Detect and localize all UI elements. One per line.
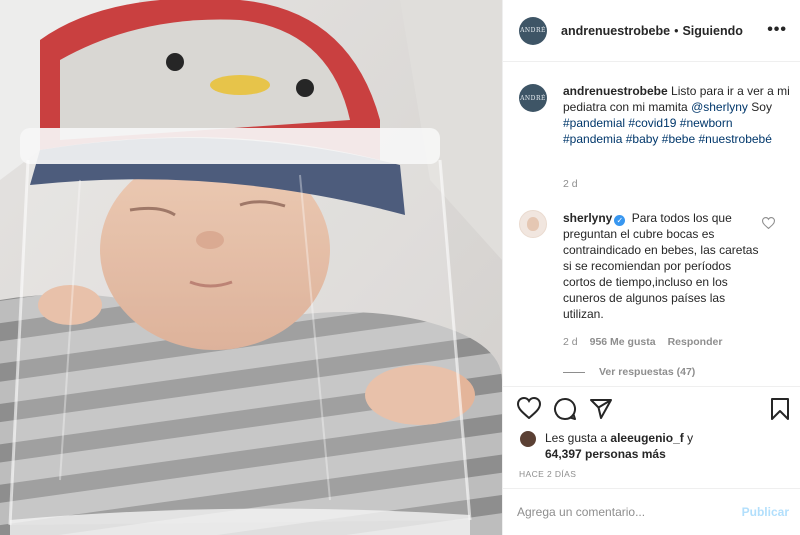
hashtag-link[interactable]: #baby	[626, 132, 659, 146]
hashtag-link[interactable]: #pandemia	[563, 132, 622, 146]
post-caption: ANDRÉ andrenuestrobebe Listo para ir a v…	[519, 83, 795, 147]
hashtag-link[interactable]: #newborn	[680, 116, 733, 130]
comment-time[interactable]: 2 d	[563, 336, 578, 348]
comment-text: sherlyny ✓ Para todos los que preguntan e…	[563, 210, 761, 322]
commenter-avatar[interactable]	[519, 210, 547, 238]
post-header: ANDRÉ andrenuestrobebe • Siguiendo •••	[503, 0, 800, 62]
publish-button[interactable]: Publicar	[742, 505, 789, 519]
caption-body-2: Soy	[751, 100, 772, 114]
comment-input[interactable]: Agrega un comentario...	[517, 505, 645, 519]
liker-avatar[interactable]	[519, 430, 537, 448]
likes-prefix: Les gusta a	[545, 431, 608, 445]
caption-avatar[interactable]: ANDRÉ	[519, 84, 547, 112]
view-replies-label: Ver respuestas (47)	[599, 366, 696, 378]
author-avatar[interactable]: ANDRÉ	[519, 16, 547, 45]
hashtag-link[interactable]: #bebe	[662, 132, 695, 146]
verified-badge-icon: ✓	[614, 215, 626, 226]
post-side-panel: ANDRÉ andrenuestrobebe • Siguiendo ••• A…	[502, 0, 800, 535]
caption-mention[interactable]: @sherlyny	[691, 100, 748, 114]
liker-username[interactable]: aleeugenio_f	[610, 431, 683, 445]
likes-conj: y	[687, 431, 694, 445]
view-replies-line	[563, 371, 585, 373]
hashtag-link[interactable]: #covid19	[628, 116, 676, 130]
comments-list[interactable]: ANDRÉ andrenuestrobebe Listo para ir a v…	[503, 63, 800, 386]
instagram-post: ANDRÉ andrenuestrobebe • Siguiendo ••• A…	[0, 0, 800, 535]
comment-meta: 2 d 956 Me gusta Responder	[563, 336, 722, 348]
author-username[interactable]: andrenuestrobebe	[561, 24, 670, 38]
view-replies-button[interactable]: Ver respuestas (47)	[563, 366, 695, 378]
likes-summary: Les gusta a aleeugenio_f y 64,397 person…	[519, 430, 715, 462]
comment-icon[interactable]	[553, 397, 577, 421]
share-icon[interactable]	[589, 397, 613, 421]
likes-count[interactable]: 64,397 personas más	[545, 447, 666, 461]
baby-photo-illustration	[0, 0, 502, 535]
heart-icon[interactable]	[762, 217, 775, 229]
likes-text: Les gusta a aleeugenio_f y 64,397 person…	[545, 430, 715, 462]
following-button[interactable]: Siguiendo	[682, 24, 742, 38]
heart-icon[interactable]	[517, 397, 541, 419]
bookmark-icon[interactable]	[769, 397, 791, 421]
add-comment-bar: Agrega un comentario... Publicar	[503, 488, 800, 535]
hashtag-link[interactable]: #nuestrobebé	[699, 132, 772, 146]
post-time[interactable]: HACE 2 DÍAS	[519, 469, 576, 479]
avatar-face	[527, 217, 539, 231]
action-icons	[517, 397, 613, 421]
caption-text: andrenuestrobebe Listo para ir a ver a m…	[563, 83, 793, 147]
comment-body: Para todos los que preguntan el cubre bo…	[563, 211, 759, 321]
post-photo[interactable]	[0, 0, 502, 535]
hashtag-link[interactable]: #pandemial	[563, 116, 625, 130]
ellipsis-icon[interactable]: •••	[767, 21, 787, 39]
commenter-username[interactable]: sherlyny	[563, 211, 612, 225]
comment-item: sherlyny ✓ Para todos los que preguntan e…	[519, 210, 795, 322]
caption-time[interactable]: 2 d	[563, 178, 578, 190]
caption-username[interactable]: andrenuestrobebe	[563, 84, 668, 98]
reply-button[interactable]: Responder	[668, 336, 723, 348]
header-separator: •	[674, 23, 679, 38]
comment-likes[interactable]: 956 Me gusta	[590, 336, 656, 348]
post-actions: Les gusta a aleeugenio_f y 64,397 person…	[503, 386, 800, 488]
